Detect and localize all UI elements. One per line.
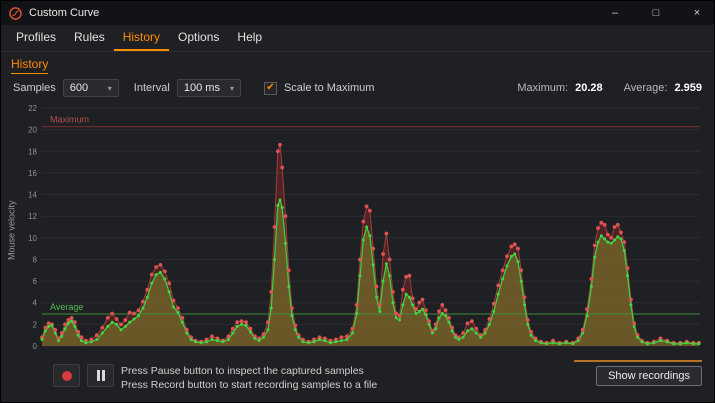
pause-icon xyxy=(97,370,100,381)
svg-text:10: 10 xyxy=(28,234,37,243)
footer: Press Pause button to inspect the captur… xyxy=(53,364,702,392)
svg-text:18: 18 xyxy=(28,147,37,156)
pause-button[interactable] xyxy=(87,364,114,387)
menu-item-help[interactable]: Help xyxy=(228,25,271,51)
svg-text:12: 12 xyxy=(28,212,37,221)
svg-text:Average: Average xyxy=(50,302,83,312)
maximum-stat-value: 20.28 xyxy=(575,82,603,94)
maximize-icon[interactable]: □ xyxy=(639,1,673,25)
samples-select[interactable]: 600 ▾ xyxy=(63,79,119,97)
record-hint-text: Press Record button to start recording s… xyxy=(121,378,377,392)
svg-text:16: 16 xyxy=(28,169,37,178)
svg-text:22: 22 xyxy=(28,104,37,113)
velocity-chart: Mouse velocity 0 2 4 6 8 10 12 14 16 18 20 22 Maximu… xyxy=(5,102,706,358)
record-icon xyxy=(62,371,72,381)
svg-text:14: 14 xyxy=(28,191,37,200)
velocity-chart-svg: 0 2 4 6 8 10 12 14 16 18 20 22 Maximum Average xyxy=(18,102,706,358)
recordings-highlight-line xyxy=(574,360,702,362)
interval-select-value: 100 ms xyxy=(184,82,220,94)
menu-item-history[interactable]: History xyxy=(114,25,169,51)
svg-text:8: 8 xyxy=(33,255,38,264)
y-axis-label: Mouse velocity xyxy=(5,102,18,358)
maximum-stat-label: Maximum: xyxy=(517,82,568,94)
average-stat-label: Average: xyxy=(624,82,668,94)
footer-right: Show recordings xyxy=(574,360,702,386)
show-recordings-button[interactable]: Show recordings xyxy=(596,366,702,386)
interval-select[interactable]: 100 ms ▾ xyxy=(177,79,241,97)
chevron-down-icon: ▾ xyxy=(108,84,112,93)
svg-text:2: 2 xyxy=(33,320,38,329)
checkmark-icon: ✔ xyxy=(266,83,274,93)
scale-to-maximum-label: Scale to Maximum xyxy=(284,82,374,94)
menu-item-rules[interactable]: Rules xyxy=(65,25,114,51)
toolbar: Samples 600 ▾ Interval 100 ms ▾ ✔ Scale … xyxy=(1,74,714,100)
minimize-icon[interactable]: – xyxy=(598,1,632,25)
app-logo-icon xyxy=(9,7,22,20)
menu-item-options[interactable]: Options xyxy=(169,25,228,51)
scale-to-maximum-checkbox[interactable]: ✔ xyxy=(264,82,277,95)
svg-text:20: 20 xyxy=(28,126,37,135)
samples-select-value: 600 xyxy=(70,82,88,94)
chevron-down-icon: ▾ xyxy=(230,84,234,93)
svg-text:Maximum: Maximum xyxy=(50,115,89,125)
footer-hints: Press Pause button to inspect the captur… xyxy=(121,364,377,392)
custom-curve-window: { "colors": { "accent": "#ff8c00", "raw_… xyxy=(0,0,715,403)
average-stat-value: 2.959 xyxy=(674,82,702,94)
close-icon[interactable]: × xyxy=(680,1,714,25)
samples-label: Samples xyxy=(13,82,56,94)
svg-text:4: 4 xyxy=(33,299,38,308)
menu-item-profiles[interactable]: Profiles xyxy=(7,25,65,51)
pause-hint-text: Press Pause button to inspect the captur… xyxy=(121,364,377,378)
titlebar: Custom Curve – □ × xyxy=(1,1,714,25)
pause-icon xyxy=(102,370,105,381)
record-button[interactable] xyxy=(53,364,80,387)
svg-text:6: 6 xyxy=(33,277,38,286)
page-title: History xyxy=(11,57,48,74)
window-title: Custom Curve xyxy=(29,7,99,19)
svg-text:0: 0 xyxy=(33,342,38,351)
interval-label: Interval xyxy=(134,82,170,94)
menubar: Profiles Rules History Options Help xyxy=(1,25,714,52)
